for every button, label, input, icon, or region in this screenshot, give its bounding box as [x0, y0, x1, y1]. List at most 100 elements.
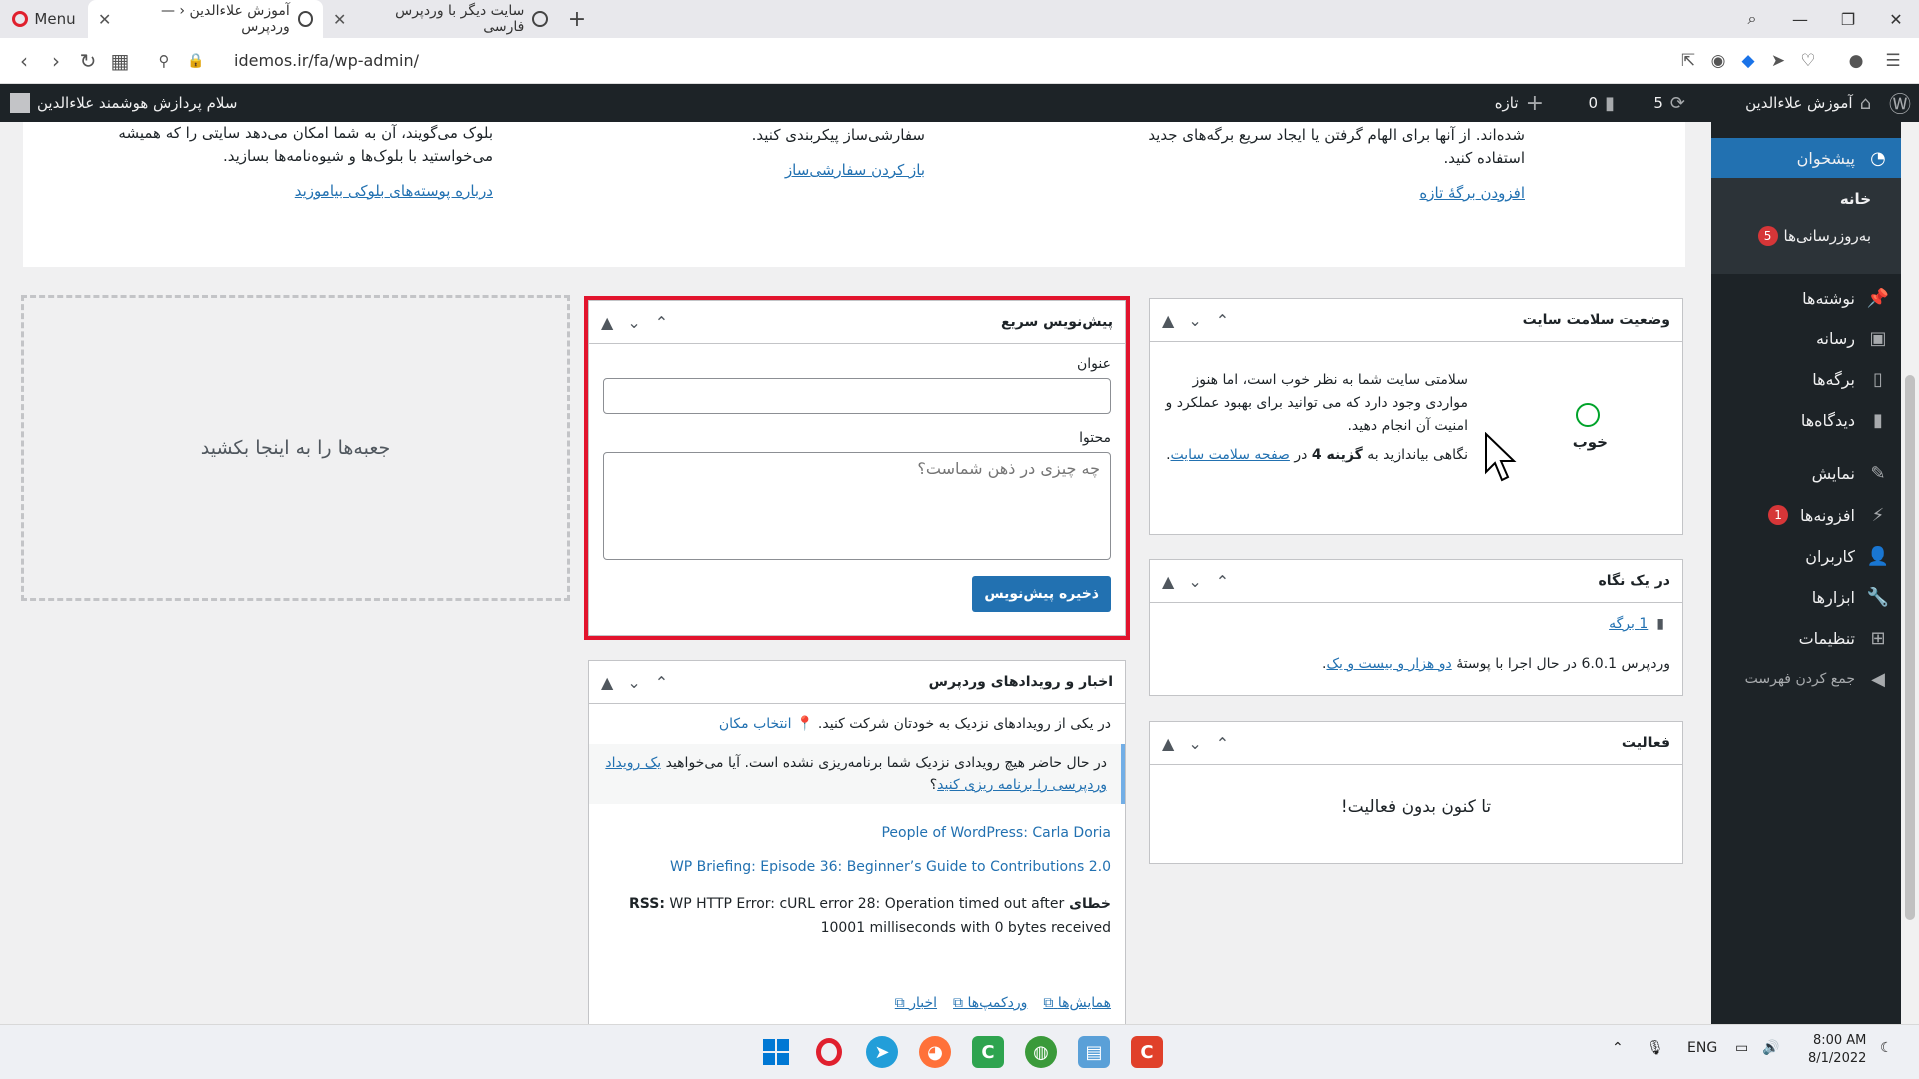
new-content-link[interactable]: + تازه	[1495, 84, 1544, 122]
notifications-icon[interactable]: ☾	[1880, 1040, 1893, 1056]
location-pin-icon: 📍	[796, 716, 814, 732]
opera-menu-button[interactable]: Menu	[0, 0, 88, 38]
sidebar-item-settings[interactable]: ⊞ تنظیمات	[1711, 618, 1901, 658]
widget-controls: ▲ ⌄ ⌃	[1162, 734, 1229, 753]
move-up-icon[interactable]: ▲	[1162, 311, 1174, 330]
url-field[interactable]: idemos.ir/fa/wp-admin/	[234, 51, 419, 70]
wordcamps-link[interactable]: وردکمپ‌ها ⧉	[953, 995, 1027, 1011]
reload-icon[interactable]: ↻	[72, 45, 104, 77]
sidebar-item-label: پیشخوان	[1796, 148, 1855, 168]
sidebar-item-appearance[interactable]: ✎ نمایش	[1711, 453, 1901, 493]
chevron-down-icon[interactable]: ⌄	[627, 313, 640, 332]
draft-content-textarea[interactable]	[603, 452, 1111, 560]
tab-wordpress-admin[interactable]: آموزش علاءالدین ‹ — وردپرس ✕	[88, 0, 323, 38]
sidebar-item-pages[interactable]: ▯ برگه‌ها	[1711, 359, 1901, 399]
news-link[interactable]: People of WordPress: Carla Doria	[881, 825, 1111, 841]
minimize-icon[interactable]: —	[1776, 0, 1824, 38]
move-up-icon[interactable]: ▲	[601, 673, 613, 692]
news-link[interactable]: WP Briefing: Episode 36: Beginner’s Guid…	[670, 859, 1111, 875]
windows-start-icon[interactable]	[760, 1036, 792, 1068]
sidebar-item-comments[interactable]: ▮ دیدگاه‌ها	[1711, 400, 1901, 440]
chevron-up-icon[interactable]: ⌃	[1216, 572, 1229, 591]
scrollbar-thumb[interactable]	[1905, 375, 1915, 920]
add-new-page-link[interactable]: افزودن برگهٔ تازه	[1419, 184, 1525, 202]
pages-count-link[interactable]: 1 برگه	[1609, 616, 1648, 632]
network-app-icon[interactable]: ◍	[1025, 1036, 1057, 1068]
sidebar-item-plugins[interactable]: ⚡ افزونه‌ها 1	[1711, 495, 1901, 535]
recorder-app-icon[interactable]: C	[1131, 1036, 1163, 1068]
tab-other-site[interactable]: سایت دیگر با وردپرس فارسی ✕	[323, 0, 558, 38]
language-indicator[interactable]: ENG	[1687, 1040, 1717, 1056]
heart-icon[interactable]: ♡	[1795, 48, 1821, 74]
sidebar-sub-home[interactable]: خانه	[1711, 190, 1901, 208]
chevron-up-icon[interactable]: ⌃	[655, 313, 668, 332]
widget-controls: ▲ ⌄ ⌃	[601, 673, 668, 692]
maximize-icon[interactable]: ❐	[1824, 0, 1872, 38]
sidebar-item-posts[interactable]: 📌 نوشته‌ها	[1711, 278, 1901, 318]
site-name-link[interactable]: ⌂ آموزش علاءالدین	[1745, 84, 1871, 122]
sidebar-item-users[interactable]: 👤 کاربران	[1711, 536, 1901, 576]
easy-setup-icon[interactable]: ☰	[1880, 48, 1906, 74]
send-icon[interactable]: ➤	[1765, 48, 1791, 74]
wp-logo-icon[interactable]: Ⓦ	[1889, 84, 1911, 122]
sidebar-item-tools[interactable]: 🔧 ابزارها	[1711, 577, 1901, 617]
share-icon[interactable]: ⇱	[1675, 48, 1701, 74]
chevron-down-icon[interactable]: ⌄	[627, 673, 640, 692]
chevron-down-icon[interactable]: ⌄	[1188, 311, 1201, 330]
chevron-up-icon[interactable]: ⌃	[1216, 734, 1229, 753]
telegram-icon[interactable]: ➤	[866, 1036, 898, 1068]
shield-icon[interactable]: ◆	[1735, 48, 1761, 74]
widget-controls: ▲ ⌄ ⌃	[1162, 572, 1229, 591]
close-tab-icon[interactable]: ✕	[333, 10, 346, 29]
clock[interactable]: 8:00 AM 8/1/2022	[1808, 1032, 1866, 1068]
my-account-link[interactable]: سلام پردازش هوشمند علاءالدین	[10, 84, 237, 122]
zoom-icon[interactable]: ⚲	[148, 45, 180, 77]
desktop-app-icon[interactable]: ▤	[1078, 1036, 1110, 1068]
tray-overflow-icon[interactable]: ⌃	[1612, 1040, 1624, 1056]
close-tab-icon[interactable]: ✕	[98, 10, 111, 29]
sidebar-sub-updates[interactable]: به‌روزرسانی‌ها 5	[1711, 226, 1901, 246]
news-footer-link[interactable]: اخبار ⧉	[895, 995, 937, 1011]
chevron-down-icon[interactable]: ⌄	[1188, 734, 1201, 753]
volume-icon[interactable]: 🔊	[1762, 1040, 1779, 1056]
display-icon[interactable]: ▭	[1735, 1040, 1748, 1056]
widget-title: فعالیت	[1621, 735, 1670, 751]
camtasia-icon[interactable]: C	[972, 1036, 1004, 1068]
tabs-grid-icon[interactable]: ▦	[104, 45, 136, 77]
updates-badge: 5	[1757, 226, 1778, 246]
chevron-up-icon[interactable]: ⌃	[1216, 311, 1229, 330]
tip-prefix: نگاهی بیاندازید به	[1367, 447, 1468, 463]
theme-link[interactable]: دو هزار و بیست و یک	[1326, 656, 1451, 672]
camera-icon[interactable]: ◉	[1705, 48, 1731, 74]
welcome-col-pages: شده‌اند. از آنها برای الهام گرفتن یا ایج…	[1125, 124, 1525, 205]
block-themes-link[interactable]: درباره پوسته‌های بلوکی بیاموزید	[295, 182, 493, 200]
collapse-menu-button[interactable]: ◀ جمع کردن فهرست	[1711, 659, 1901, 699]
firefox-icon[interactable]: ◕	[919, 1036, 951, 1068]
content-label: محتوا	[1079, 430, 1111, 446]
chevron-down-icon[interactable]: ⌄	[1188, 572, 1201, 591]
back-icon[interactable]: ‹	[8, 45, 40, 77]
browser-search-icon[interactable]: ⌕	[1728, 0, 1776, 38]
new-tab-button[interactable]: +	[558, 7, 596, 32]
chevron-up-icon[interactable]: ⌃	[655, 673, 668, 692]
opera-taskbar-icon[interactable]	[813, 1036, 845, 1068]
draft-title-input[interactable]	[603, 378, 1111, 414]
open-customizer-link[interactable]: باز کردن سفارشی‌ساز	[785, 161, 925, 179]
sidebar-item-media[interactable]: ▣ رسانه	[1711, 318, 1901, 358]
meetups-link[interactable]: همایش‌ها ⧉	[1043, 995, 1111, 1011]
comments-link[interactable]: ▮ 0	[1589, 84, 1615, 122]
microphone-icon[interactable]: 🎙	[1646, 1040, 1664, 1056]
forward-icon[interactable]: ›	[40, 45, 72, 77]
select-location-link[interactable]: انتخاب مکان	[719, 716, 792, 732]
profile-avatar-icon[interactable]: ●	[1843, 48, 1869, 74]
empty-widget-dropzone[interactable]: جعبه‌ها را به اینجا بکشید	[21, 295, 570, 601]
move-up-icon[interactable]: ▲	[1162, 572, 1174, 591]
site-health-page-link[interactable]: صفحه سلامت سایت	[1171, 447, 1290, 463]
move-up-icon[interactable]: ▲	[601, 313, 613, 332]
save-draft-button[interactable]: ذخیره پیش‌نویس	[972, 576, 1111, 612]
updates-link[interactable]: ⟳ 5	[1653, 84, 1685, 122]
sidebar-item-dashboard[interactable]: ◔ پیشخوان	[1711, 138, 1901, 178]
move-up-icon[interactable]: ▲	[1162, 734, 1174, 753]
close-window-icon[interactable]: ✕	[1872, 0, 1919, 38]
link-label: وردکمپ‌ها	[967, 995, 1028, 1011]
